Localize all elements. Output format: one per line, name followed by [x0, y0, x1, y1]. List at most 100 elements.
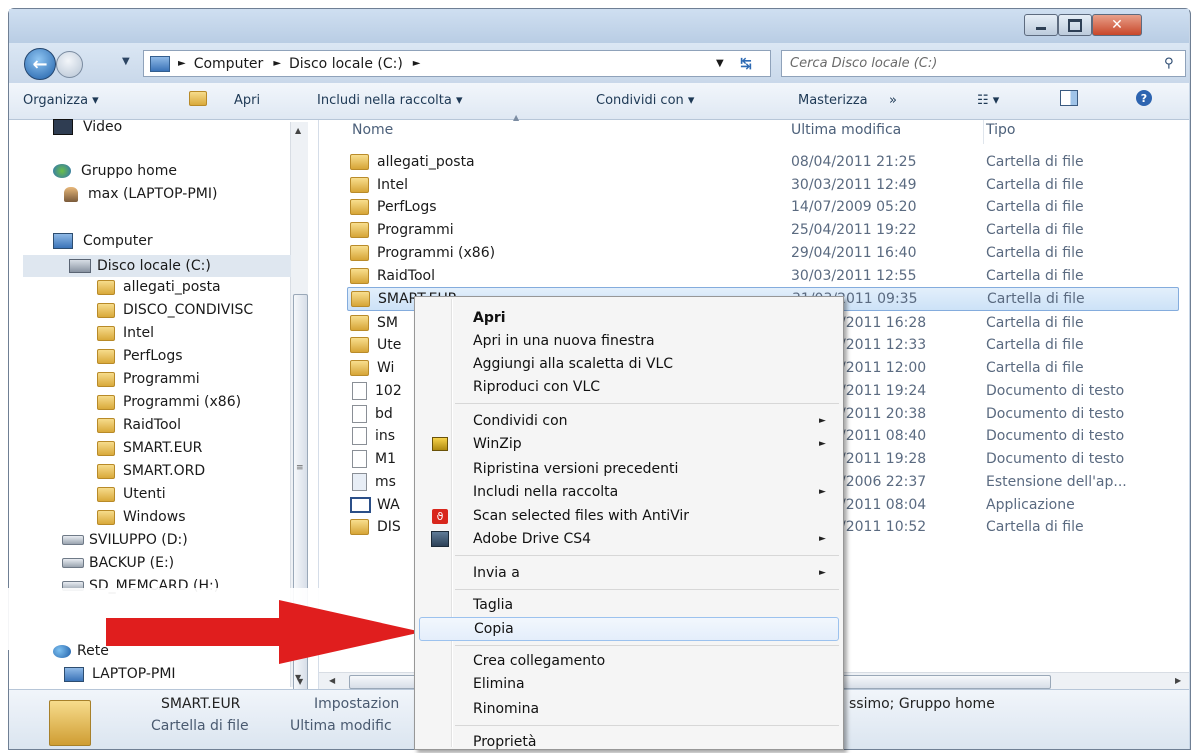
nav-item-label: Intel	[123, 325, 154, 341]
nav-folder-item[interactable]: PerfLogs	[97, 348, 183, 364]
open-button[interactable]: Apri	[234, 93, 260, 108]
include-library-button[interactable]: Includi nella raccolta ▾	[317, 93, 463, 108]
breadcrumb-local-disk[interactable]: Disco locale (C:)	[289, 56, 403, 72]
homegroup-icon	[53, 164, 71, 178]
minimize-button[interactable]	[1024, 14, 1058, 36]
folder-icon	[350, 360, 369, 376]
menu-item-restore-versions[interactable]: Ripristina versioni precedenti	[415, 458, 843, 480]
nav-folder-item[interactable]: Programmi (x86)	[97, 394, 241, 410]
folder-icon	[97, 302, 115, 318]
nav-item-network[interactable]: Rete	[53, 643, 109, 659]
nav-folder-item[interactable]: SMART.ORD	[97, 463, 205, 479]
file-row[interactable]: PerfLogs 14/07/2009 05:20 Cartella di file	[350, 196, 1180, 218]
file-name: Intel	[377, 177, 408, 193]
scroll-grip-icon: ≡	[296, 463, 304, 473]
menu-item-add-vlc-playlist[interactable]: Aggiungi alla scaletta di VLC	[415, 353, 843, 375]
burn-button[interactable]: Masterizza	[798, 93, 868, 108]
file-date: /2011 12:33	[841, 337, 927, 353]
scroll-up-icon[interactable]: ▲	[295, 126, 301, 135]
text-document-icon	[352, 427, 367, 445]
refresh-icon[interactable]: ↹	[740, 56, 752, 72]
nav-item-label: max (LAPTOP-PMI)	[88, 186, 218, 202]
file-row[interactable]: allegati_posta 08/04/2011 21:25 Cartella d…	[350, 151, 1180, 173]
menu-item-copy[interactable]: Copia	[419, 617, 839, 641]
nav-folder-item[interactable]: allegati_posta	[97, 279, 221, 295]
column-header-name[interactable]: Nome	[352, 122, 393, 138]
text-document-icon	[352, 405, 367, 423]
menu-item-include-library[interactable]: Includi nella raccolta ►	[415, 481, 843, 503]
nav-item-computer[interactable]: Computer	[53, 233, 153, 249]
change-view-icon[interactable]: ☷ ▾	[977, 93, 999, 108]
forward-button[interactable]	[56, 51, 83, 78]
folder-icon	[350, 222, 369, 238]
file-row[interactable]: Programmi 25/04/2011 19:22 Cartella di fil…	[350, 219, 1180, 241]
menu-item-open-new-window[interactable]: Apri in una nuova finestra	[415, 330, 843, 352]
menu-item-cut[interactable]: Taglia	[415, 594, 843, 616]
file-row[interactable]: Programmi (x86) 29/04/2011 16:40 Cartella …	[350, 242, 1180, 264]
nav-folder-item[interactable]: Intel	[97, 325, 154, 341]
address-dropdown-icon[interactable]: ▼	[716, 58, 724, 69]
nav-item-local-disk[interactable]: Disco locale (C:)	[23, 255, 291, 277]
menu-item-rename[interactable]: Rinomina	[415, 698, 843, 720]
menu-item-adobe-drive[interactable]: Adobe Drive CS4 ►	[415, 528, 843, 550]
help-icon[interactable]: ?	[1136, 90, 1152, 106]
column-header-modified[interactable]: Ultima modifica	[791, 122, 901, 138]
nav-item-homegroup[interactable]: Gruppo home	[53, 163, 177, 179]
drive-icon	[62, 558, 84, 568]
search-input[interactable]: Cerca Disco locale (C:) ⚲	[781, 50, 1186, 77]
maximize-icon	[1068, 18, 1082, 32]
column-header-type[interactable]: Tipo	[986, 122, 1015, 138]
menu-item-delete[interactable]: Elimina	[415, 673, 843, 695]
maximize-button[interactable]	[1058, 14, 1092, 36]
file-row[interactable]: Intel 30/03/2011 12:49 Cartella di file	[350, 174, 1180, 196]
nav-item-label: BACKUP (E:)	[89, 555, 175, 571]
file-name: allegati_posta	[377, 154, 475, 170]
nav-folder-item[interactable]: Programmi	[97, 371, 200, 387]
file-name: SM	[377, 315, 398, 331]
computer-icon	[64, 666, 84, 682]
submenu-arrow-icon: ►	[819, 439, 826, 449]
nav-folder-item[interactable]: SMART.EUR	[97, 440, 202, 456]
nav-folder-item[interactable]: RaidTool	[97, 417, 181, 433]
organize-button[interactable]: Organizza ▾	[23, 93, 99, 108]
nav-folder-item[interactable]: Utenti	[97, 486, 166, 502]
menu-item-send-to[interactable]: Invia a ►	[415, 562, 843, 584]
nav-folder-item[interactable]: Windows	[97, 509, 186, 525]
menu-item-share-with[interactable]: Condividi con ►	[415, 410, 843, 432]
more-commands-button[interactable]: »	[889, 93, 897, 108]
submenu-arrow-icon: ►	[819, 534, 826, 544]
address-bar[interactable]: ► Computer ► Disco locale (C:) ► ▼ ↹	[143, 50, 771, 77]
recent-pages-dropdown-icon[interactable]: ▼	[122, 56, 130, 67]
file-row[interactable]: RaidTool 30/03/2011 12:55 Cartella di file	[350, 265, 1180, 287]
nav-item-homegroup-user[interactable]: max (LAPTOP-PMI)	[64, 186, 217, 202]
share-button[interactable]: Condividi con ▾	[596, 93, 694, 108]
nav-item-label: Programmi (x86)	[123, 394, 242, 410]
menu-item-antivir-scan[interactable]: ϑ Scan selected files with AntiVir	[415, 505, 843, 527]
file-name: Wi	[377, 360, 395, 376]
file-type: Documento di testo	[986, 406, 1125, 422]
computer-icon	[53, 233, 73, 249]
folder-icon	[97, 463, 115, 479]
close-button[interactable]: ✕	[1092, 14, 1142, 36]
file-date: 08/04/2011 21:25	[791, 154, 917, 170]
menu-item-open[interactable]: Apri	[415, 307, 843, 329]
column-divider	[983, 120, 984, 144]
menu-separator	[455, 645, 839, 646]
menu-item-properties[interactable]: Proprietà	[415, 731, 843, 753]
search-icon[interactable]: ⚲	[1164, 56, 1174, 71]
menu-item-play-vlc[interactable]: Riproduci con VLC	[415, 376, 843, 398]
nav-drive-item[interactable]: BACKUP (E:)	[62, 555, 174, 571]
nav-item-video[interactable]: Video	[53, 119, 122, 135]
nav-folder-item[interactable]: DISCO_CONDIVISC	[97, 302, 253, 318]
breadcrumb-computer[interactable]: Computer	[194, 56, 264, 72]
file-date: /2011 08:04	[841, 497, 927, 513]
scroll-down-icon[interactable]: ▼	[297, 677, 303, 686]
preview-pane-icon[interactable]	[1060, 90, 1078, 110]
scroll-right-icon[interactable]: ▶	[1175, 676, 1181, 685]
nav-drive-item[interactable]: SVILUPPO (D:)	[62, 532, 188, 548]
text-document-icon	[352, 382, 367, 400]
menu-item-winzip[interactable]: WinZip ►	[415, 433, 843, 455]
back-button[interactable]: ←	[24, 48, 56, 80]
menu-item-create-shortcut[interactable]: Crea collegamento	[415, 650, 843, 672]
nav-item-label: Disco locale (C:)	[97, 258, 211, 274]
